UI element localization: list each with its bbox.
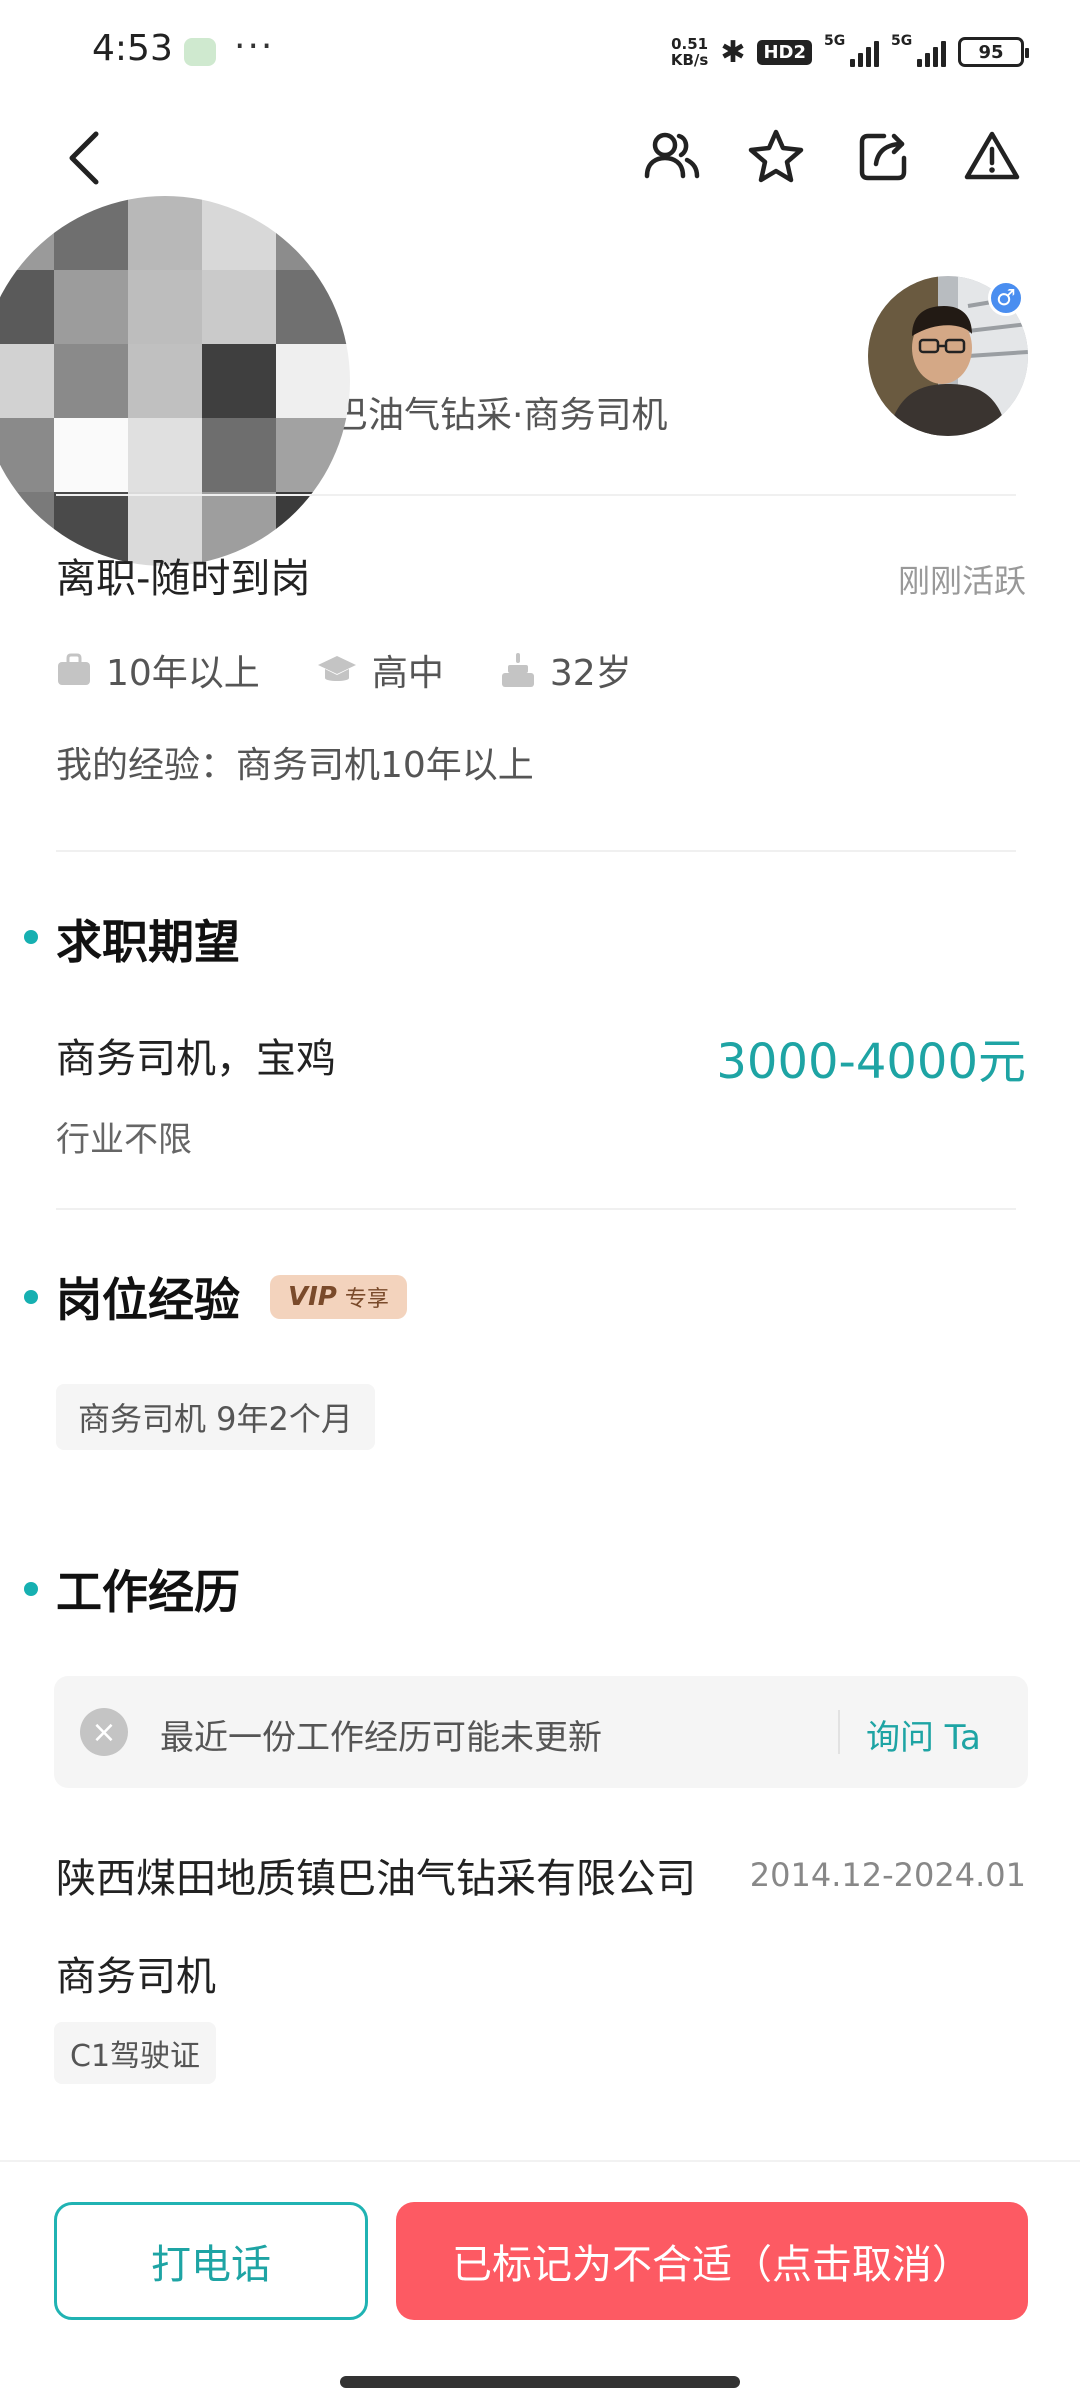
divider: [56, 494, 1016, 496]
expected-salary: 3000-4000元: [716, 1034, 1026, 1090]
briefcase-icon: [58, 653, 90, 685]
expected-job[interactable]: 商务司机，宝鸡: [56, 1026, 336, 1084]
divider: [56, 850, 1016, 852]
male-gender-icon: ♂: [988, 280, 1024, 316]
signal-icon: 5G: [891, 33, 946, 67]
signal-icon: 5G: [824, 33, 879, 67]
status-bar: 4:53 ··· 0.51 KB/s ✱ HD2 5G 5G 95: [0, 0, 1080, 100]
share-icon[interactable]: [852, 124, 916, 188]
star-icon[interactable]: [744, 124, 808, 188]
divider: [56, 1208, 1016, 1210]
work-position: 商务司机: [56, 1954, 216, 2000]
ask-button[interactable]: 询问 Ta: [866, 1710, 981, 1759]
section-marker: [24, 1582, 38, 1596]
battery-level: 95: [978, 41, 1004, 63]
company-name[interactable]: 陕西煤田地质镇巴油气钻采有限公司: [56, 1846, 696, 1904]
hd-badge: HD2: [757, 39, 812, 65]
more-notifications-icon: ···: [234, 26, 275, 67]
back-icon[interactable]: [56, 124, 116, 192]
people-icon[interactable]: [640, 124, 704, 188]
license-tag: C1驾驶证: [54, 2022, 217, 2084]
expected-industry: 行业不限: [56, 1120, 192, 1160]
network-speed: 0.51 KB/s: [670, 35, 709, 69]
section-marker: [24, 930, 38, 944]
outdated-notice: × 最近一份工作经历可能未更新 询问 Ta: [54, 1676, 1028, 1788]
activity-status: 刚刚活跃: [897, 562, 1026, 600]
section-title-position-experience: 岗位经验 VIP 专享: [56, 1264, 407, 1330]
section-title-work-history: 工作经历: [56, 1565, 240, 1619]
profile-meta: 10年以上 高中 32岁: [56, 644, 688, 696]
experience-summary: 我的经验：商务司机10年以上: [56, 745, 534, 786]
birthday-cake-icon: [501, 653, 534, 687]
status-indicators: 0.51 KB/s ✱ HD2 5G 5G 95: [670, 32, 1029, 72]
graduation-cap-icon: [317, 656, 356, 681]
blurred-avatar: [0, 196, 350, 566]
education-level: 高中: [316, 644, 444, 696]
warning-icon[interactable]: [960, 124, 1024, 188]
profile-headline: 巴油气钻采·商务司机: [332, 395, 668, 436]
age: 32岁: [500, 644, 632, 696]
employment-period: 2014.12-2024.01: [749, 1856, 1026, 1894]
marked-unsuitable-button[interactable]: 已标记为不合适（点击取消）: [396, 2202, 1028, 2320]
call-button[interactable]: 打电话: [54, 2202, 368, 2320]
close-icon[interactable]: ×: [80, 1708, 128, 1756]
nav-bar: [0, 110, 1080, 206]
section-title-job-expectation: 求职期望: [56, 915, 240, 969]
job-status: 离职-随时到岗: [56, 556, 311, 602]
notice-text: 最近一份工作经历可能未更新: [160, 1718, 602, 1758]
bluetooth-icon: ✱: [720, 34, 746, 70]
bottom-action-bar: 打电话 已标记为不合适（点击取消）: [0, 2160, 1080, 2400]
experience-years: 10年以上: [56, 644, 260, 696]
divider: [838, 1710, 840, 1754]
section-marker: [24, 1290, 38, 1304]
home-indicator[interactable]: [340, 2376, 740, 2388]
wechat-notification-icon: [184, 38, 216, 66]
vip-exclusive-badge: VIP 专享: [270, 1275, 407, 1319]
battery-icon: 95: [958, 37, 1029, 67]
position-experience-tag: 商务司机 9年2个月: [56, 1384, 375, 1450]
status-time: 4:53: [92, 28, 173, 69]
